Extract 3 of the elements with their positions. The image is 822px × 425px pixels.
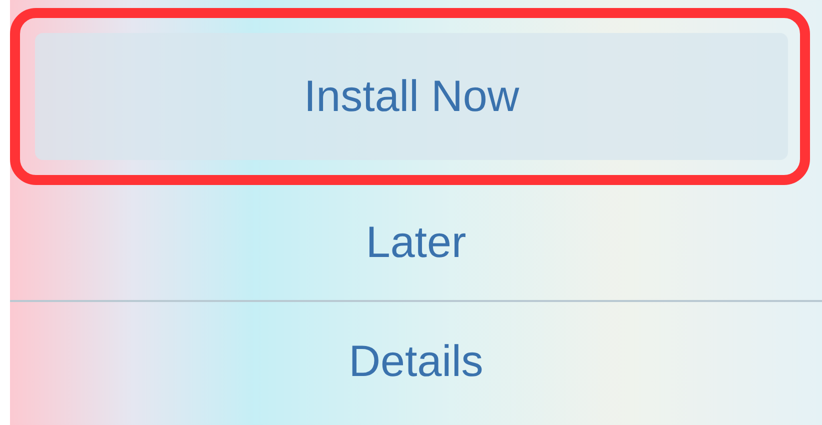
action-button[interactable]: Install Now: [35, 33, 788, 160]
action-button[interactable]: Later: [10, 185, 822, 300]
action-button[interactable]: Details: [10, 300, 822, 425]
